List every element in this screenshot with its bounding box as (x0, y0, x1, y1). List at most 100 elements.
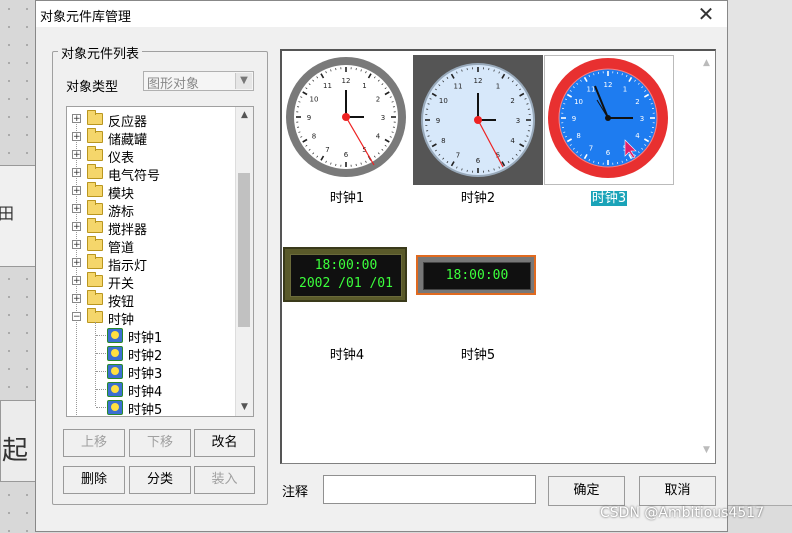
folder-icon (87, 113, 103, 125)
clock3-graphic[interactable]: 123456789101112 (544, 55, 674, 185)
close-icon[interactable]: ✕ (695, 2, 717, 26)
expand-icon[interactable]: + (72, 240, 81, 249)
category-tree[interactable]: +反应器+储藏罐+仪表+电气符号+模块+游标+搅拌器+管道+指示灯+开关+按钮−… (66, 106, 254, 417)
clock4-date: 2002 /01 /01 (291, 276, 401, 291)
cancel-button[interactable]: 取消 (639, 476, 716, 506)
preview-area[interactable]: 123456789101112 时钟1 123456789101112 时钟2 (280, 49, 716, 464)
delete-button[interactable]: 删除 (63, 466, 125, 494)
tree-node-folder[interactable]: +按钮 (67, 290, 237, 308)
expand-icon[interactable]: + (72, 114, 81, 123)
tree-node-folder[interactable]: +管道 (67, 236, 237, 254)
clock-numeral: 2 (510, 97, 514, 105)
clock2-graphic[interactable]: 123456789101112 (413, 55, 543, 185)
tree-node-folder[interactable]: −时钟 (67, 308, 237, 326)
tree-branch-line (96, 389, 106, 390)
clock-icon (107, 382, 123, 397)
clock-numeral: 11 (587, 86, 596, 94)
scroll-up-icon[interactable]: ▲ (236, 107, 253, 124)
tree-node-folder[interactable]: +模块 (67, 182, 237, 200)
expand-icon[interactable]: + (72, 258, 81, 267)
clock-numeral: 6 (344, 151, 349, 159)
clock3-label-text: 时钟3 (591, 191, 627, 206)
folder-icon (87, 185, 103, 197)
clock-numeral: 2 (376, 96, 380, 104)
clock-numeral: 1 (623, 86, 627, 94)
clock1-label[interactable]: 时钟1 (282, 187, 412, 206)
clock-numeral: 7 (456, 152, 460, 160)
clock-numeral: 3 (516, 117, 520, 125)
expand-icon[interactable]: + (72, 132, 81, 141)
tree-node-folder[interactable]: +游标 (67, 200, 237, 218)
note-label: 注释 (282, 481, 308, 500)
tree-node-folder[interactable]: +储藏罐 (67, 128, 237, 146)
clock-numeral: 1 (362, 82, 366, 90)
clock-numeral: 3 (640, 115, 644, 123)
clock3-label[interactable]: 时钟3 (544, 187, 674, 206)
tree-node-leaf[interactable]: 时钟3 (67, 362, 237, 380)
expand-icon[interactable]: + (72, 294, 81, 303)
folder-icon (87, 257, 103, 269)
clock5-label[interactable]: 时钟5 (413, 344, 543, 363)
tree-branch-line (96, 335, 106, 336)
bottom-glyph: 起 (2, 430, 28, 467)
scroll-thumb[interactable] (238, 173, 250, 327)
clock-icon (107, 364, 123, 379)
rename-button[interactable]: 改名 (194, 429, 255, 457)
object-library-dialog: 对象元件库管理 ✕ 对象元件列表 对象类型 图形对象 ▼ +反应器+储藏罐+仪表… (35, 0, 728, 532)
clock4-graphic[interactable]: 18:00:00 2002 /01 /01 (283, 247, 407, 302)
expand-icon[interactable]: + (72, 222, 81, 231)
ok-button[interactable]: 确定 (548, 476, 625, 506)
move-up-button[interactable]: 上移 (63, 429, 125, 457)
tree-node-folder[interactable]: +电气符号 (67, 164, 237, 182)
clock-numeral: 9 (436, 117, 440, 125)
tree-node-folder[interactable]: +杂项 (67, 416, 237, 417)
categorize-button[interactable]: 分类 (129, 466, 191, 494)
note-input[interactable] (323, 475, 536, 504)
chevron-down-icon[interactable]: ▼ (235, 73, 252, 89)
clock-numeral: 10 (574, 98, 583, 106)
collapse-icon[interactable]: − (72, 312, 81, 321)
object-type-label: 对象类型 (66, 76, 118, 95)
scroll-down-icon[interactable]: ▼ (236, 399, 253, 416)
object-type-value: 图形对象 (147, 73, 199, 92)
clock1-graphic[interactable]: 123456789101112 (282, 55, 412, 185)
clock4-time: 18:00:00 (291, 258, 401, 273)
load-button[interactable]: 装入 (194, 466, 255, 494)
clock-numeral: 11 (454, 82, 463, 90)
tree-node-folder[interactable]: +反应器 (67, 110, 237, 128)
clock-numeral: 3 (381, 114, 385, 122)
tree-node-folder[interactable]: +指示灯 (67, 254, 237, 272)
clock-numeral: 6 (476, 157, 481, 165)
preview-scroll-down-icon[interactable]: ▼ (698, 442, 715, 459)
tree-scrollbar[interactable]: ▲ ▼ (235, 107, 253, 416)
clock2-label[interactable]: 时钟2 (413, 187, 543, 206)
clock5-graphic[interactable]: 18:00:00 (416, 255, 536, 295)
folder-icon (87, 149, 103, 161)
expand-icon[interactable]: + (72, 186, 81, 195)
folder-icon (87, 167, 103, 179)
tree-node-leaf[interactable]: 时钟4 (67, 380, 237, 398)
tree-node-folder[interactable]: +搅拌器 (67, 218, 237, 236)
tree-node-label: 时钟5 (128, 399, 162, 417)
tree-node-leaf[interactable]: 时钟1 (67, 326, 237, 344)
preview-scroll-up-icon[interactable]: ▲ (698, 55, 715, 72)
move-down-button[interactable]: 下移 (129, 429, 191, 457)
preview-scrollbar[interactable]: ▲ ▼ (698, 51, 715, 463)
tree-node-leaf[interactable]: 时钟2 (67, 344, 237, 362)
tree-node-leaf[interactable]: 时钟5 (67, 398, 237, 416)
folder-icon (87, 275, 103, 287)
clock-icon (107, 328, 123, 343)
tree-node-folder[interactable]: +仪表 (67, 146, 237, 164)
clock4-label[interactable]: 时钟4 (282, 344, 412, 363)
folder-icon (87, 221, 103, 233)
expand-icon[interactable]: + (72, 276, 81, 285)
clock-numeral: 9 (572, 115, 576, 123)
object-type-select[interactable]: 图形对象 ▼ (143, 71, 254, 91)
tree-branch-line (96, 353, 106, 354)
folder-icon (87, 203, 103, 215)
clock-icon (107, 400, 123, 415)
expand-icon[interactable]: + (72, 168, 81, 177)
expand-icon[interactable]: + (72, 150, 81, 159)
expand-icon[interactable]: + (72, 204, 81, 213)
tree-node-folder[interactable]: +开关 (67, 272, 237, 290)
